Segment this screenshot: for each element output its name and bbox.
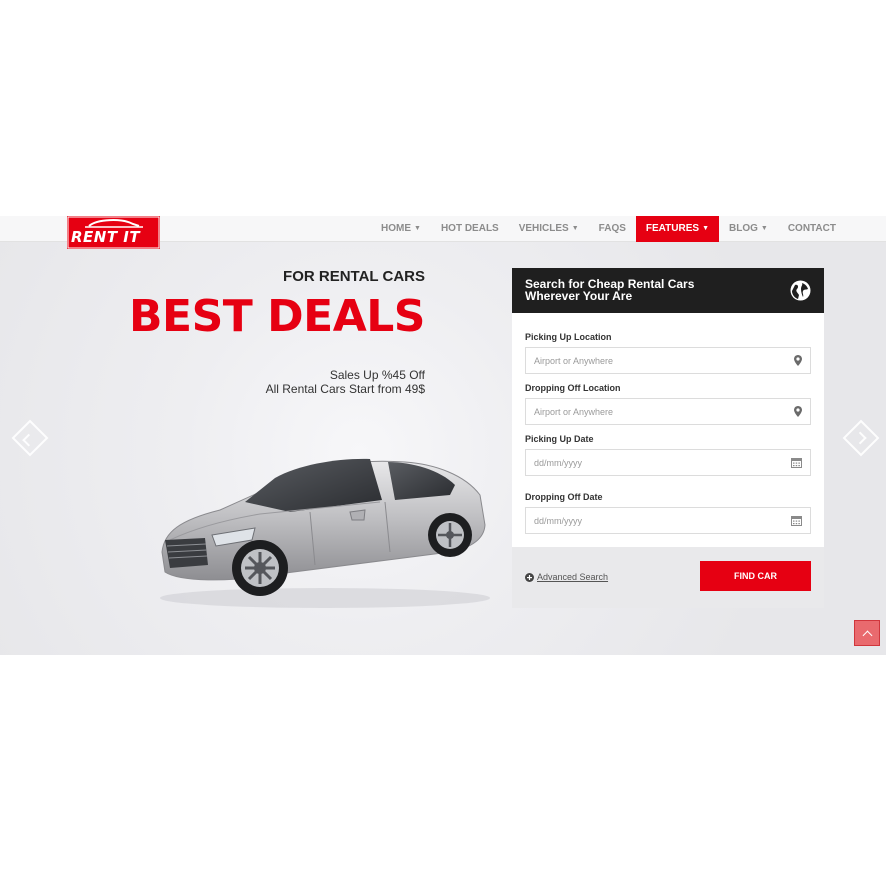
nav-item-contact[interactable]: Contact <box>778 216 846 242</box>
nav-item-blog[interactable]: Blog ▼ <box>719 216 778 242</box>
pickup-date-input[interactable] <box>526 450 776 475</box>
nav-item-hot-deals[interactable]: Hot Deals <box>431 216 509 242</box>
dropoff-date-input[interactable] <box>526 508 776 533</box>
dropoff-location-field[interactable] <box>525 398 811 425</box>
search-widget: Search for Cheap Rental Cars Wherever Yo… <box>512 268 824 608</box>
dropoff-location-label: Dropping Off Location <box>525 383 621 393</box>
search-widget-footer: Advanced Search Find Car <box>512 547 824 608</box>
plus-circle-icon <box>525 572 534 582</box>
advanced-search-link[interactable]: Advanced Search <box>525 572 608 582</box>
calendar-icon <box>791 516 802 526</box>
caret-down-icon: ▼ <box>702 225 709 232</box>
search-title-line2: Wherever Your Are <box>525 289 633 303</box>
back-to-top-button[interactable] <box>854 620 880 646</box>
hero-price-text: All Rental Cars Start from 49$ <box>265 382 425 396</box>
hero-title: BEST DEALS <box>129 291 425 342</box>
nav-item-vehicles[interactable]: Vehicles ▼ <box>509 216 589 242</box>
find-car-button[interactable]: Find Car <box>700 561 811 591</box>
nav-item-label: Home <box>381 223 411 234</box>
dropoff-date-field[interactable] <box>525 507 811 534</box>
search-widget-title: Search for Cheap Rental Cars Wherever Yo… <box>525 278 765 302</box>
caret-down-icon: ▼ <box>760 225 768 232</box>
nav-item-label: Contact <box>787 223 836 234</box>
hero-subtitle: FOR RENTAL CARS <box>283 268 425 285</box>
site-logo[interactable]: RENT IT <box>67 216 160 249</box>
nav-item-features[interactable]: Features ▼ <box>635 216 719 242</box>
dropoff-date-label: Dropping Off Date <box>525 492 603 502</box>
dropoff-location-input[interactable] <box>526 399 776 424</box>
nav-item-label: Features <box>645 223 700 234</box>
pickup-location-label: Picking Up Location <box>525 332 612 342</box>
map-marker-icon <box>794 355 802 366</box>
nav-item-label: Vehicles <box>518 223 569 234</box>
logo-text: RENT IT <box>71 228 141 246</box>
search-form: Picking Up Location Dropping Off Locatio… <box>512 313 824 547</box>
nav-item-home[interactable]: Home ▼ <box>371 216 431 242</box>
caret-down-icon: ▼ <box>571 225 579 232</box>
nav-item-label: Hot Deals <box>440 223 499 234</box>
caret-down-icon: ▼ <box>414 225 421 232</box>
nav-item-faqs[interactable]: FAQS <box>589 216 636 242</box>
hero-discount-text: Sales Up %45 Off <box>329 368 425 382</box>
pickup-location-input[interactable] <box>526 348 776 373</box>
calendar-icon <box>791 458 802 468</box>
main-nav: Home ▼ Hot Deals Vehicles ▼ FAQS Features ▼… <box>371 216 846 242</box>
pickup-location-field[interactable] <box>525 347 811 374</box>
search-widget-header: Search for Cheap Rental Cars Wherever Yo… <box>512 268 824 319</box>
map-marker-icon <box>794 406 802 417</box>
car-image <box>160 458 490 608</box>
pickup-date-label: Picking Up Date <box>525 434 594 444</box>
nav-item-label: Blog <box>729 223 758 234</box>
advanced-search-label: Advanced Search <box>537 572 609 582</box>
nav-item-label: FAQS <box>598 223 626 234</box>
pickup-date-field[interactable] <box>525 449 811 476</box>
globe-icon <box>790 280 811 301</box>
